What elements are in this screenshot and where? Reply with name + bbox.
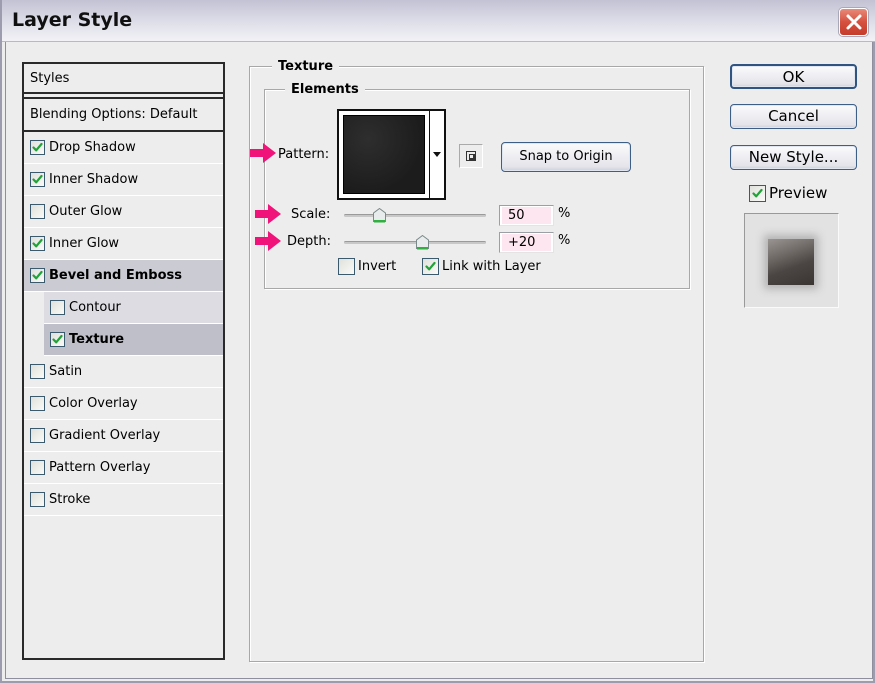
pattern-preview: [343, 115, 425, 194]
style-item-checkbox[interactable]: [50, 332, 65, 347]
preview-label: Preview: [769, 184, 828, 202]
style-item-label: Bevel and Emboss: [49, 268, 182, 283]
preview-checkbox-box[interactable]: [749, 184, 766, 202]
layer-style-dialog: Layer Style Styles Blending Options: Def…: [0, 0, 875, 683]
preview-checkbox[interactable]: Preview: [749, 184, 827, 202]
style-item-checkbox[interactable]: [30, 172, 45, 187]
blending-options-item[interactable]: Blending Options: Default: [24, 97, 223, 132]
style-item-gradient-overlay[interactable]: Gradient Overlay: [24, 420, 223, 452]
style-item-contour[interactable]: Contour: [44, 292, 223, 324]
style-item-label: Pattern Overlay: [49, 460, 151, 475]
pattern-dropdown-arrow-icon[interactable]: [429, 111, 444, 198]
invert-checkbox-box[interactable]: [338, 258, 355, 275]
style-item-label: Outer Glow: [49, 204, 123, 219]
new-style-button[interactable]: New Style...: [730, 145, 857, 170]
scale-slider[interactable]: [344, 214, 486, 217]
style-item-satin[interactable]: Satin: [24, 356, 223, 388]
styles-list: Styles Blending Options: Default Drop Sh…: [22, 62, 225, 660]
style-item-checkbox[interactable]: [30, 492, 45, 507]
style-item-label: Inner Glow: [49, 236, 120, 251]
invert-checkbox[interactable]: Invert: [338, 258, 396, 275]
style-item-inner-glow[interactable]: Inner Glow: [24, 228, 223, 260]
scale-unit: %: [558, 206, 571, 221]
style-item-color-overlay[interactable]: Color Overlay: [24, 388, 223, 420]
style-item-label: Texture: [69, 332, 125, 347]
blending-options-label: Blending Options: Default: [30, 107, 198, 122]
style-item-texture[interactable]: Texture: [44, 324, 223, 356]
checkmark-icon: [32, 142, 43, 152]
style-item-pattern-overlay[interactable]: Pattern Overlay: [24, 452, 223, 484]
title-bar[interactable]: Layer Style: [2, 0, 875, 42]
style-item-checkbox[interactable]: [30, 396, 45, 411]
style-item-inner-shadow[interactable]: Inner Shadow: [24, 164, 223, 196]
elements-group-title: Elements: [285, 82, 365, 97]
style-item-label: Color Overlay: [49, 396, 138, 411]
scale-input[interactable]: 50: [499, 205, 554, 226]
style-item-outer-glow[interactable]: Outer Glow: [24, 196, 223, 228]
texture-group-title: Texture: [272, 59, 340, 74]
checkmark-icon: [425, 261, 436, 271]
style-item-checkbox[interactable]: [50, 300, 65, 315]
style-item-drop-shadow[interactable]: Drop Shadow: [24, 132, 223, 164]
style-item-label: Gradient Overlay: [49, 428, 161, 443]
style-item-label: Stroke: [49, 492, 91, 507]
annotation-arrow-icon: [250, 143, 276, 163]
style-item-label: Drop Shadow: [49, 140, 136, 155]
snap-to-origin-button[interactable]: Snap to Origin: [501, 142, 631, 172]
pattern-picker[interactable]: [337, 109, 446, 200]
style-item-checkbox[interactable]: [30, 460, 45, 475]
style-item-label: Contour: [69, 300, 121, 315]
style-item-checkbox[interactable]: [30, 204, 45, 219]
link-with-layer-label: Link with Layer: [442, 259, 541, 274]
close-icon: [846, 14, 861, 30]
annotation-arrow-icon: [255, 231, 281, 251]
ok-button[interactable]: OK: [730, 64, 857, 89]
style-item-label: Satin: [49, 364, 83, 379]
link-with-layer-checkbox-box[interactable]: [422, 258, 439, 275]
style-item-label: Inner Shadow: [49, 172, 139, 187]
depth-input[interactable]: +20: [499, 232, 554, 253]
style-preview-swatch: [768, 239, 814, 285]
depth-label: Depth:: [287, 234, 331, 249]
style-item-checkbox[interactable]: [30, 364, 45, 379]
style-item-checkbox[interactable]: [30, 428, 45, 443]
dialog-title: Layer Style: [12, 9, 133, 31]
checkmark-icon: [752, 188, 763, 197]
depth-slider-thumb[interactable]: [415, 235, 429, 250]
cancel-button[interactable]: Cancel: [730, 104, 857, 129]
style-item-checkbox[interactable]: [30, 140, 45, 155]
close-button[interactable]: [839, 8, 868, 36]
invert-label: Invert: [358, 259, 397, 274]
depth-unit: %: [558, 233, 571, 248]
scale-label: Scale:: [291, 207, 331, 222]
annotation-arrow-icon: [255, 204, 281, 224]
link-with-layer-checkbox[interactable]: Link with Layer: [422, 258, 541, 275]
styles-header[interactable]: Styles: [24, 64, 223, 94]
checkmark-icon: [32, 238, 43, 248]
checkmark-icon: [52, 334, 63, 344]
style-preview: [744, 213, 839, 308]
scale-slider-thumb[interactable]: [373, 208, 386, 223]
style-item-bevel-and-emboss[interactable]: Bevel and Emboss: [24, 260, 223, 292]
new-preset-icon: [466, 151, 476, 161]
style-item-checkbox[interactable]: [30, 268, 45, 283]
pattern-label: Pattern:: [278, 147, 330, 162]
style-item-checkbox[interactable]: [30, 236, 45, 251]
checkmark-icon: [32, 270, 43, 280]
checkmark-icon: [32, 174, 43, 184]
create-preset-button[interactable]: [459, 144, 483, 168]
style-item-stroke[interactable]: Stroke: [24, 484, 223, 516]
